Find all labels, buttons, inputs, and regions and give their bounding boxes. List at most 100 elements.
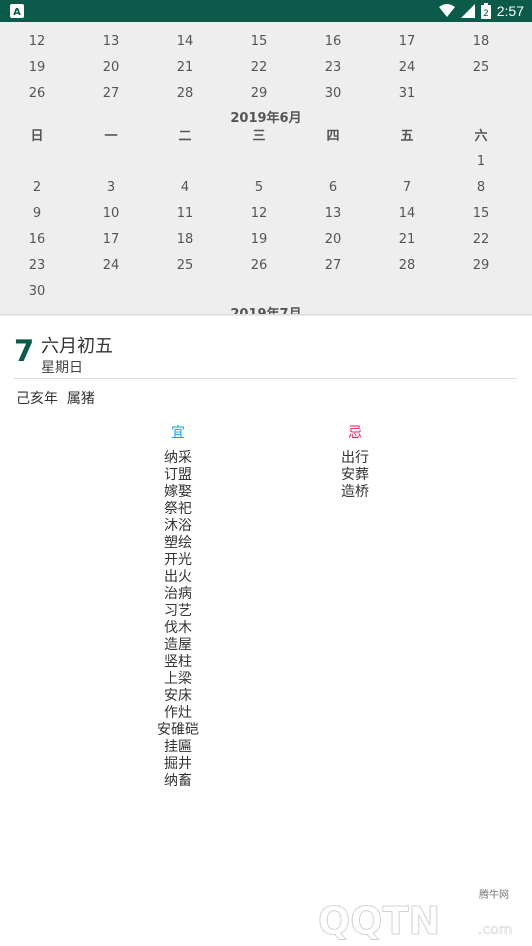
day-cell[interactable]: 17 bbox=[81, 227, 141, 253]
day-cell[interactable]: 31 bbox=[377, 81, 437, 107]
week-row: 19 20 21 22 23 24 25 bbox=[0, 55, 532, 81]
day-cell[interactable]: 15 bbox=[451, 201, 511, 227]
day-cell[interactable]: 23 bbox=[303, 55, 363, 81]
svg-text:腾牛网: 腾牛网 bbox=[479, 888, 509, 901]
day-cell[interactable]: 27 bbox=[81, 81, 141, 107]
day-cell[interactable]: 15 bbox=[229, 29, 289, 55]
day-cell[interactable]: 18 bbox=[155, 227, 215, 253]
almanac-item: 治病 bbox=[164, 586, 192, 602]
day-cell[interactable]: 30 bbox=[7, 279, 67, 305]
wifi-icon bbox=[438, 4, 455, 17]
day-cell[interactable]: 25 bbox=[451, 55, 511, 81]
day-cell[interactable]: 16 bbox=[7, 227, 67, 253]
svg-text:2: 2 bbox=[483, 9, 489, 19]
weekday-label: 六 bbox=[474, 129, 488, 144]
almanac-item: 掘井 bbox=[164, 756, 192, 772]
weekday-label: 四 bbox=[326, 129, 340, 144]
week-row: 23 24 25 26 27 28 29 bbox=[0, 253, 532, 279]
week-row: 1 bbox=[0, 149, 532, 175]
day-cell[interactable]: 20 bbox=[81, 55, 141, 81]
day-cell[interactable]: 21 bbox=[155, 55, 215, 81]
day-cell[interactable]: 29 bbox=[451, 253, 511, 279]
weekday-header: 日一二三四五六 bbox=[0, 124, 532, 150]
day-cell[interactable]: 30 bbox=[303, 81, 363, 107]
signal-icon bbox=[460, 4, 475, 18]
almanac-item: 沐浴 bbox=[164, 518, 192, 534]
day-cell[interactable]: 11 bbox=[155, 201, 215, 227]
day-cell[interactable]: 14 bbox=[377, 201, 437, 227]
almanac-item: 嫁娶 bbox=[164, 484, 192, 500]
weekday-label: 二 bbox=[178, 129, 192, 144]
almanac-item: 出火 bbox=[164, 569, 192, 585]
weekday-label: 三 bbox=[252, 129, 266, 144]
day-cell[interactable]: 26 bbox=[7, 81, 67, 107]
day-cell[interactable]: 9 bbox=[7, 201, 67, 227]
day-cell[interactable]: 22 bbox=[451, 227, 511, 253]
lunar-date: 六月初五 bbox=[41, 336, 113, 357]
day-cell[interactable]: 29 bbox=[229, 81, 289, 107]
day-cell[interactable]: 20 bbox=[303, 227, 363, 253]
week-row: 30 bbox=[0, 279, 532, 305]
day-cell[interactable]: 19 bbox=[7, 55, 67, 81]
yi-title: 宜 bbox=[171, 425, 185, 441]
day-cell[interactable]: 22 bbox=[229, 55, 289, 81]
day-cell[interactable]: 28 bbox=[155, 81, 215, 107]
detail-divider bbox=[14, 378, 517, 379]
day-cell[interactable]: 12 bbox=[7, 29, 67, 55]
day-cell[interactable]: 14 bbox=[155, 29, 215, 55]
almanac-item: 祭祀 bbox=[164, 501, 192, 517]
day-cell[interactable]: 16 bbox=[303, 29, 363, 55]
almanac-item: 出行 bbox=[341, 450, 369, 466]
almanac-item: 安葬 bbox=[341, 467, 369, 483]
day-cell[interactable]: 26 bbox=[229, 253, 289, 279]
day-cell[interactable]: 24 bbox=[377, 55, 437, 81]
day-cell[interactable]: 6 bbox=[303, 175, 363, 201]
day-cell[interactable]: 5 bbox=[229, 175, 289, 201]
weekday-label: 五 bbox=[400, 129, 414, 144]
day-cell[interactable]: 13 bbox=[303, 201, 363, 227]
day-cell[interactable]: 10 bbox=[81, 201, 141, 227]
day-cell[interactable]: 25 bbox=[155, 253, 215, 279]
day-cell[interactable]: 17 bbox=[377, 29, 437, 55]
year-zodiac: 己亥年 属猪 bbox=[16, 391, 95, 407]
day-cell[interactable]: 8 bbox=[451, 175, 511, 201]
month-calendar[interactable]: 12 13 14 15 16 17 18 19 20 21 22 23 24 25 26 27 28 29 30 31… bbox=[0, 22, 532, 315]
almanac-item: 安碓硙 bbox=[157, 722, 199, 738]
almanac-item: 塑绘 bbox=[164, 535, 192, 551]
battery-icon: 2 bbox=[480, 3, 491, 19]
almanac-item: 作灶 bbox=[164, 705, 192, 721]
ji-title: 忌 bbox=[348, 425, 362, 441]
day-cell[interactable]: 3 bbox=[81, 175, 141, 201]
almanac-item: 订盟 bbox=[164, 467, 192, 483]
day-cell[interactable]: 13 bbox=[81, 29, 141, 55]
week-row: 9 10 11 12 13 14 15 bbox=[0, 201, 532, 227]
weekday-label: 一 bbox=[104, 129, 118, 144]
almanac-item: 开光 bbox=[164, 552, 192, 568]
svg-text:.com: .com bbox=[478, 922, 512, 938]
week-row: 26 27 28 29 30 31 bbox=[0, 81, 532, 107]
day-cell[interactable]: 27 bbox=[303, 253, 363, 279]
svg-text:A: A bbox=[13, 7, 21, 18]
day-cell[interactable]: 1 bbox=[451, 149, 511, 175]
status-time: 2:57 bbox=[496, 3, 524, 19]
yi-list: 纳采 订盟 嫁娶 祭祀 沐浴 塑绘 开光 出火 治病 习艺 伐木 造屋 竖柱 上梁 安床 作灶 安碓硙 挂匾 掘井纳… bbox=[148, 450, 208, 790]
week-row: 12 13 14 15 16 17 18 bbox=[0, 29, 532, 55]
almanac-item: 上梁 bbox=[164, 671, 192, 687]
almanac-item: 伐木 bbox=[164, 620, 192, 636]
almanac-item: 纳采 bbox=[164, 450, 192, 466]
day-cell[interactable]: 12 bbox=[229, 201, 289, 227]
almanac-item: 习艺 bbox=[164, 603, 192, 619]
day-cell[interactable]: 2 bbox=[7, 175, 67, 201]
day-cell[interactable]: 4 bbox=[155, 175, 215, 201]
day-cell[interactable]: 23 bbox=[7, 253, 67, 279]
day-cell[interactable]: 28 bbox=[377, 253, 437, 279]
day-cell[interactable]: 19 bbox=[229, 227, 289, 253]
almanac-item: 造屋 bbox=[164, 637, 192, 653]
almanac-item: 挂匾 bbox=[164, 739, 192, 755]
day-cell[interactable]: 18 bbox=[451, 29, 511, 55]
status-bar: A 2 2:57 bbox=[0, 0, 532, 22]
day-cell[interactable]: 7 bbox=[377, 175, 437, 201]
day-detail-panel: 7 六月初五 星期日 己亥年 属猪 宜 忌 纳采 订盟 嫁娶 祭祀 沐浴 塑绘 开光 出火 治病… bbox=[0, 316, 532, 946]
day-cell[interactable]: 24 bbox=[81, 253, 141, 279]
day-cell[interactable]: 21 bbox=[377, 227, 437, 253]
